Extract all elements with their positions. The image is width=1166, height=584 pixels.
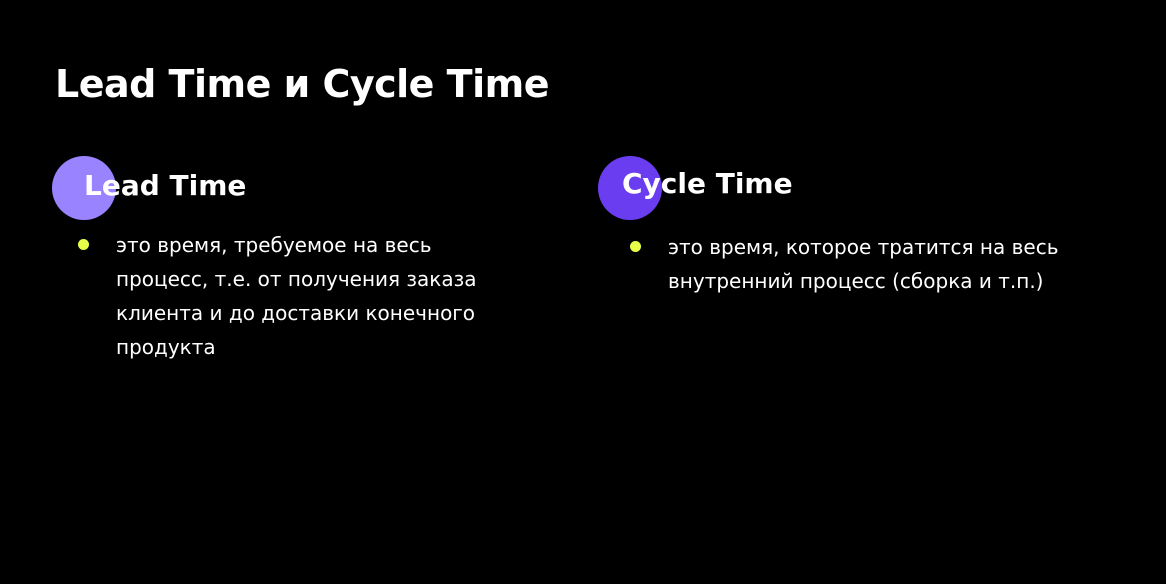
slide: Lead Time и Cycle Time Lead Time это вре…	[0, 0, 1166, 584]
bullet-dot-icon	[78, 239, 89, 250]
lead-time-bullet-list: это время, требуемое на весь процесс, т.…	[78, 228, 518, 364]
cycle-time-bullet-item: это время, которое тратится на весь внут…	[630, 230, 1100, 298]
lead-time-bullet-item: это время, требуемое на весь процесс, т.…	[78, 228, 518, 364]
lead-time-heading: Lead Time	[84, 169, 247, 202]
lead-time-bullet-text: это время, требуемое на весь процесс, т.…	[116, 233, 477, 359]
slide-title: Lead Time и Cycle Time	[55, 62, 549, 106]
cycle-time-bullet-list: это время, которое тратится на весь внут…	[630, 230, 1100, 298]
cycle-time-heading: Cycle Time	[622, 167, 793, 200]
bullet-dot-icon	[630, 241, 641, 252]
cycle-time-bullet-text: это время, которое тратится на весь внут…	[668, 235, 1059, 293]
